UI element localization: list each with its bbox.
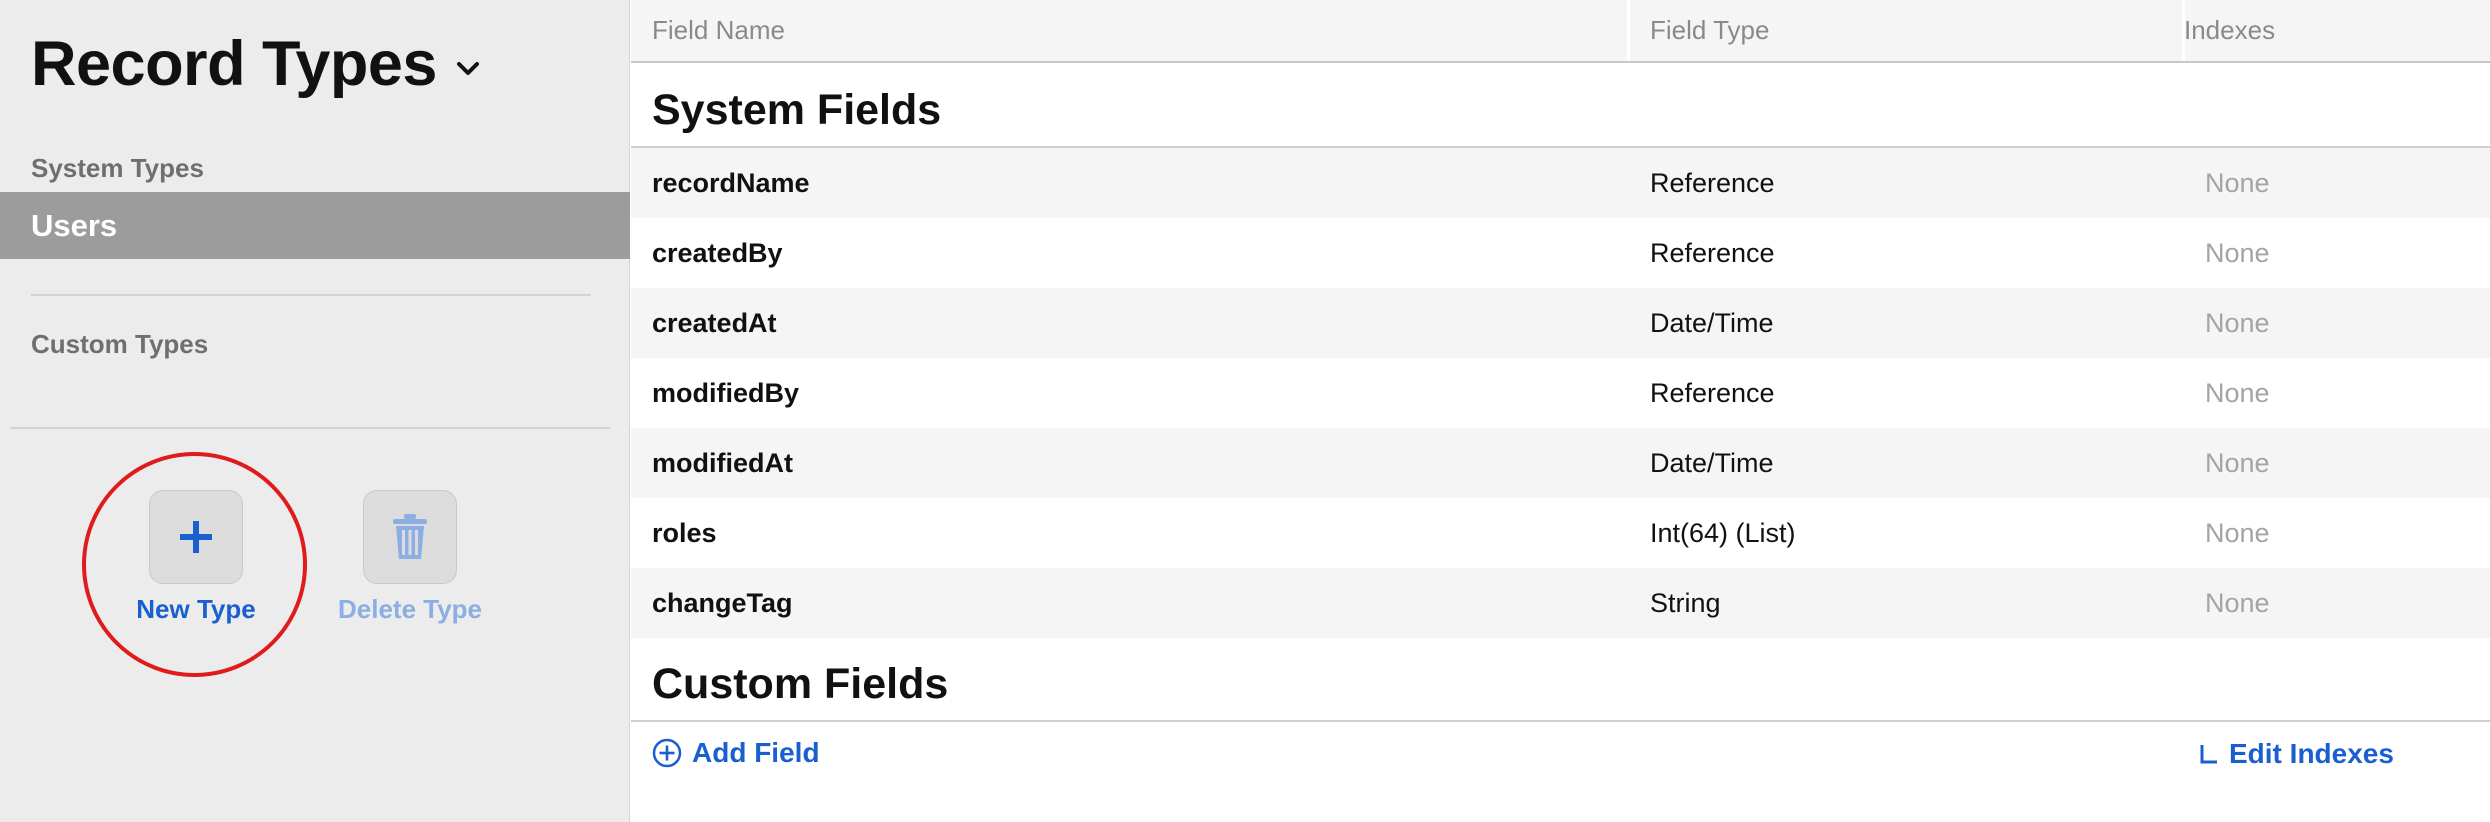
system-fields-heading: System Fields: [652, 86, 942, 134]
field-name-cell: roles: [652, 517, 717, 548]
field-name-cell: modifiedAt: [652, 447, 793, 478]
table-row[interactable]: roles Int(64) (List) None: [631, 498, 2490, 568]
indexes-cell: None: [2205, 587, 2270, 618]
custom-fields-heading: Custom Fields: [652, 660, 949, 708]
field-type-cell: Date/Time: [1650, 447, 1774, 478]
table-row[interactable]: changeTag String None: [631, 568, 2490, 638]
column-indexes[interactable]: Indexes: [2184, 0, 2275, 61]
field-type-cell: Reference: [1650, 237, 1775, 268]
indexes-cell: None: [2205, 377, 2270, 408]
delete-type-label[interactable]: Delete Type: [300, 594, 520, 625]
indexes-cell: None: [2205, 237, 2270, 268]
trash-icon: [393, 514, 427, 559]
record-types-menu[interactable]: Record Types: [31, 28, 481, 100]
indexes-cell: None: [2205, 517, 2270, 548]
edit-indexes-button[interactable]: Edit Indexes: [2199, 738, 2394, 770]
field-name-cell: modifiedBy: [652, 377, 800, 408]
sidebar: Record Types System Types Users Custom T…: [0, 0, 630, 822]
field-name-cell: createdAt: [652, 307, 777, 338]
indexes-cell: None: [2205, 307, 2270, 338]
divider: [31, 294, 591, 296]
column-header: Field Name Field Type Indexes: [631, 0, 2490, 63]
edit-indexes-label: Edit Indexes: [2229, 738, 2394, 769]
delete-type-button[interactable]: [363, 490, 457, 584]
plus-circle-icon: [652, 738, 682, 768]
indexes-cell: None: [2205, 167, 2270, 198]
chevron-down-icon[interactable]: [455, 56, 481, 82]
column-field-name[interactable]: Field Name: [652, 0, 785, 61]
page-title[interactable]: Record Types: [31, 28, 437, 100]
table-row[interactable]: recordName Reference None: [631, 148, 2490, 218]
indexes-cell: None: [2205, 447, 2270, 478]
column-divider: [1627, 0, 1630, 61]
field-type-cell: Reference: [1650, 167, 1775, 198]
field-name-cell: recordName: [652, 167, 810, 198]
system-fields-list: recordName Reference None createdBy Refe…: [631, 148, 2490, 638]
table-row[interactable]: createdBy Reference None: [631, 218, 2490, 288]
system-types-label: System Types: [31, 153, 204, 183]
sidebar-item-users[interactable]: Users: [0, 192, 630, 259]
field-name-cell: changeTag: [652, 587, 793, 618]
custom-types-label: Custom Types: [31, 329, 209, 359]
highlight-circle: [82, 452, 307, 677]
sidebar-item-label: Users: [31, 207, 118, 243]
divider: [631, 720, 2490, 722]
table-row[interactable]: createdAt Date/Time None: [631, 288, 2490, 358]
table-row[interactable]: modifiedBy Reference None: [631, 358, 2490, 428]
field-name-cell: createdBy: [652, 237, 783, 268]
index-corner-icon: [2200, 745, 2217, 764]
add-field-label: Add Field: [692, 737, 820, 768]
table-row[interactable]: modifiedAt Date/Time None: [631, 428, 2490, 498]
column-field-type[interactable]: Field Type: [1650, 0, 1769, 61]
field-type-cell: Int(64) (List): [1650, 517, 1796, 548]
add-field-button[interactable]: Add Field: [652, 737, 820, 769]
field-type-cell: Date/Time: [1650, 307, 1774, 338]
divider: [10, 427, 610, 429]
record-type-detail: Field Name Field Type Indexes System Fie…: [631, 0, 2490, 822]
field-type-cell: Reference: [1650, 377, 1775, 408]
field-type-cell: String: [1650, 587, 1721, 618]
